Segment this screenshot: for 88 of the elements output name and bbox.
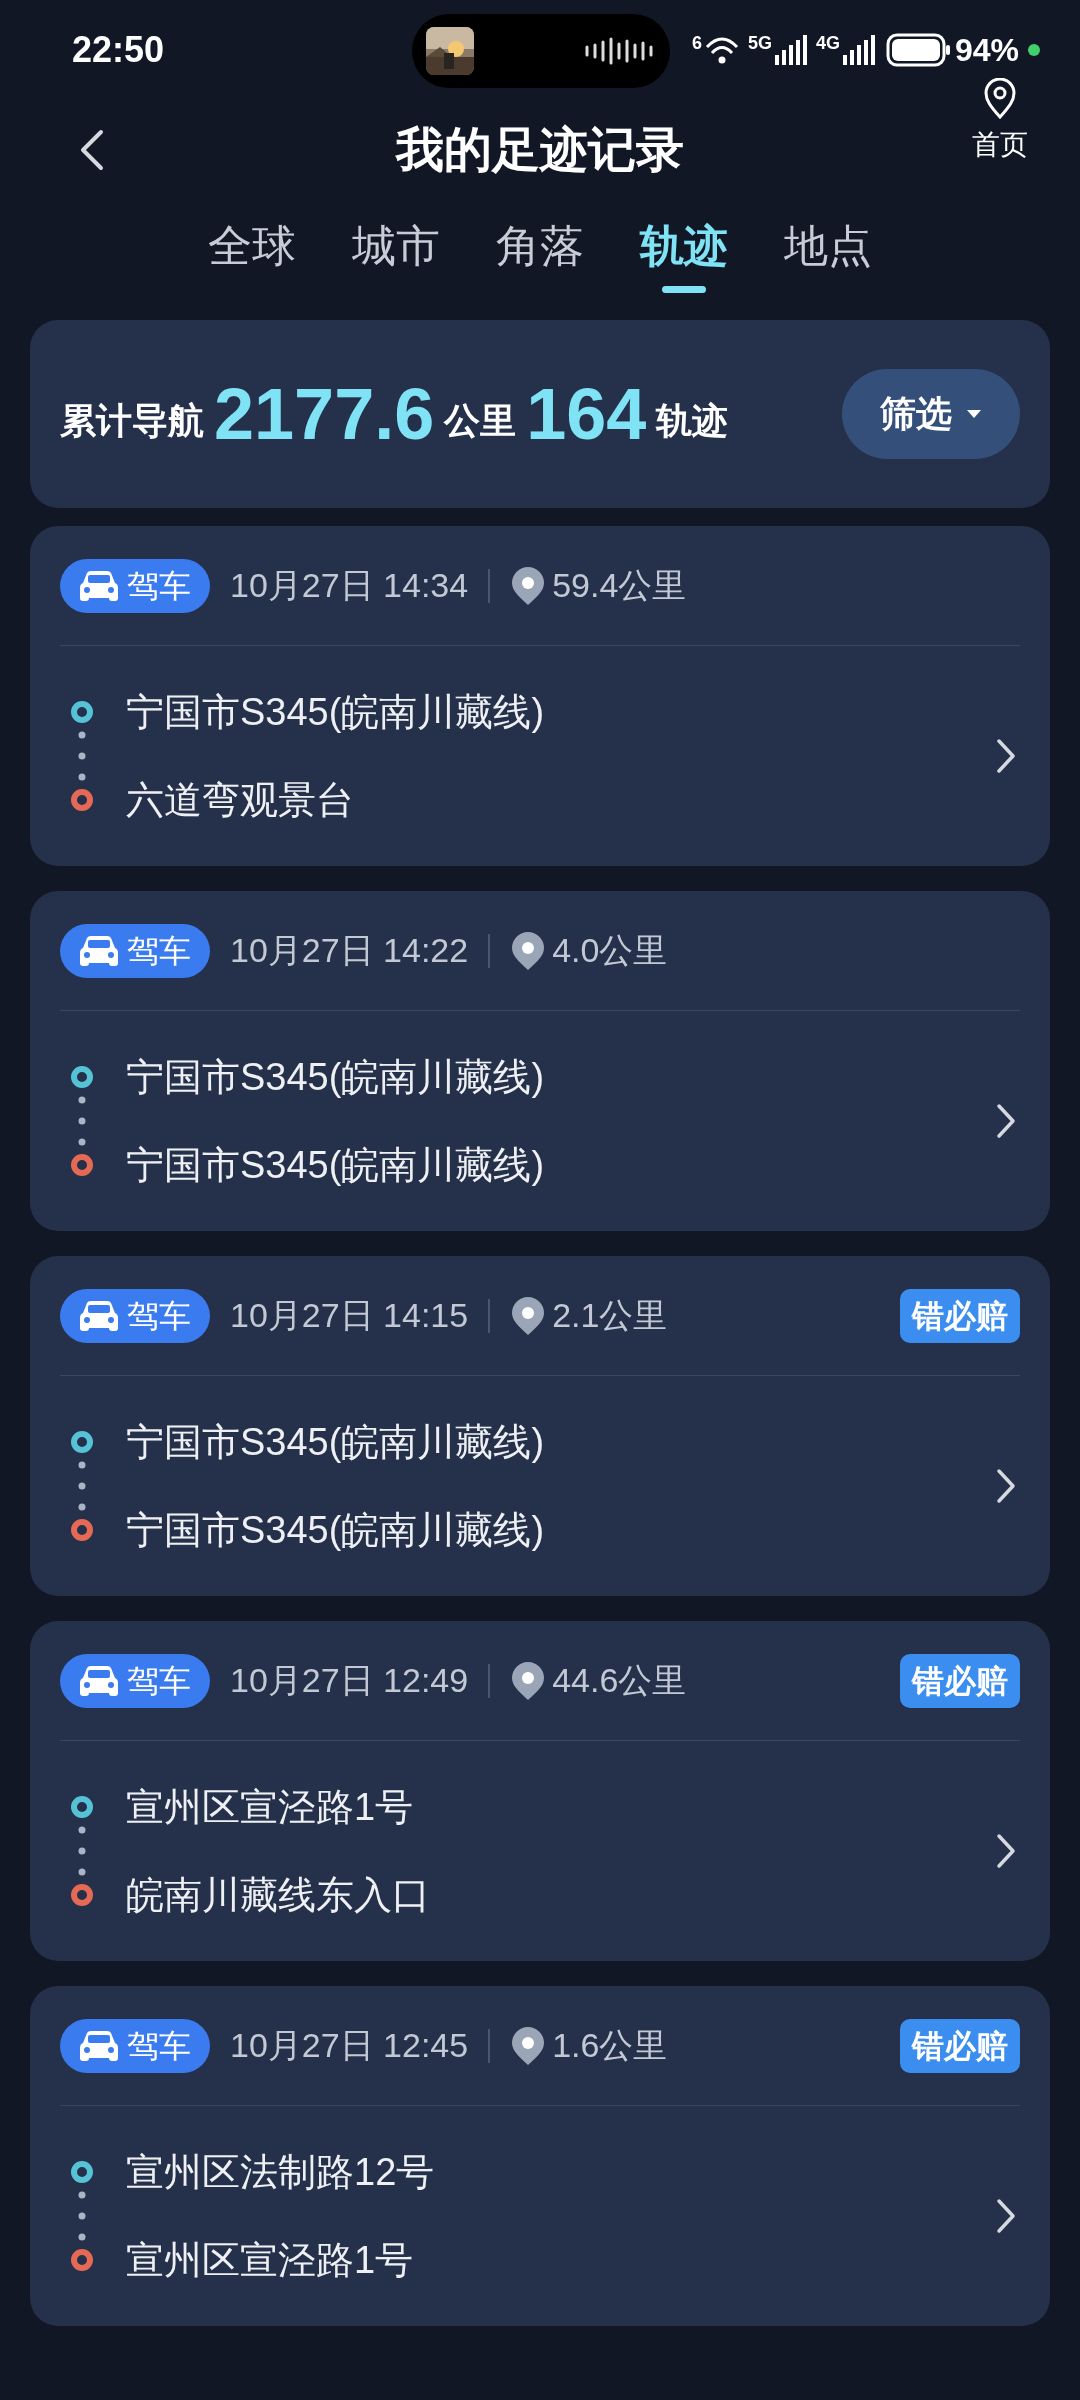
end-dot-icon [70, 1153, 94, 1177]
home-button[interactable]: 首页 [972, 78, 1028, 166]
end-location: 宁国市S345(皖南川藏线) [126, 1142, 545, 1188]
route-dots-icon [78, 1825, 86, 1877]
chevron-right-icon [996, 1468, 1016, 1504]
page-title: 我的足迹记录 [396, 122, 684, 178]
chevron-right-icon [996, 2198, 1016, 2234]
trip-card[interactable]: 驾车 10月27日 12:49 44.6公里 错必赔 宣州区宣泾路1号 皖南川藏线东入口 [30, 1621, 1050, 1961]
location-pin-icon [510, 565, 547, 606]
location-pin-icon [510, 1660, 547, 1701]
network-label: 5G [747, 32, 772, 55]
caret-down-icon [966, 409, 982, 419]
drive-tag: 驾车 [60, 2018, 210, 2073]
start-location: 宣州区宣泾路1号 [126, 1784, 414, 1830]
route-dots-icon [78, 2190, 86, 2242]
trip-card[interactable]: 驾车 10月27日 12:45 1.6公里 错必赔 宣州区法制路12号 宣州区宣泾路1号 [30, 1986, 1050, 2326]
tab[interactable]: 角落 [496, 216, 584, 300]
trip-distance: 44.6公里 [552, 1660, 687, 1701]
count-unit: 轨迹 [656, 399, 729, 443]
route-dots-icon [78, 730, 86, 782]
car-icon [79, 1664, 119, 1697]
tab[interactable]: 地点 [784, 216, 872, 300]
end-location: 六道弯观景台 [126, 777, 354, 823]
network-label: 4G [815, 32, 840, 55]
start-dot-icon [70, 1430, 94, 1454]
battery-icon [885, 33, 952, 67]
network-label: 6 [691, 32, 702, 55]
drive-tag: 驾车 [60, 1288, 210, 1343]
location-pin-icon [510, 930, 547, 971]
trip-time: 10月27日 14:15 [230, 1295, 469, 1336]
trip-card[interactable]: 驾车 10月27日 14:34 59.4公里 宁国市S345(皖南川藏线) 六道弯观景台 [30, 526, 1050, 866]
start-location: 宁国市S345(皖南川藏线) [126, 689, 545, 735]
total-distance: 2177.6 [214, 373, 435, 456]
end-location: 宁国市S345(皖南川藏线) [126, 1507, 545, 1553]
trip-distance: 1.6公里 [552, 2025, 668, 2066]
location-pin-icon [510, 1295, 547, 1336]
start-dot-icon [70, 2160, 94, 2184]
filter-button[interactable]: 筛选 [842, 369, 1020, 459]
trip-distance: 4.0公里 [552, 930, 668, 971]
car-icon [79, 1299, 119, 1332]
start-location: 宁国市S345(皖南川藏线) [126, 1054, 545, 1100]
signal-icon [842, 35, 875, 65]
trip-time: 10月27日 14:22 [230, 930, 469, 971]
sound-wave-icon [584, 36, 656, 66]
end-location: 宣州区宣泾路1号 [126, 2237, 414, 2283]
chevron-right-icon [996, 1103, 1016, 1139]
distance-unit: 公里 [444, 399, 517, 443]
wifi-icon [704, 36, 739, 64]
trip-card[interactable]: 驾车 10月27日 14:15 2.1公里 错必赔 宁国市S345(皖南川藏线) 宁国市S345(皖南川藏线) [30, 1256, 1050, 1596]
track-count: 164 [526, 373, 647, 456]
car-icon [79, 934, 119, 967]
location-pin-icon [510, 2025, 547, 2066]
drive-tag: 驾车 [60, 1653, 210, 1708]
summary-label: 累计导航 [60, 399, 204, 443]
trip-time: 10月27日 12:45 [230, 2025, 469, 2066]
start-dot-icon [70, 1065, 94, 1089]
route-dots-icon [78, 1460, 86, 1512]
end-dot-icon [70, 788, 94, 812]
trip-card[interactable]: 驾车 10月27日 14:22 4.0公里 宁国市S345(皖南川藏线) 宁国市S345(皖南川藏线) [30, 891, 1050, 1231]
chevron-right-icon [996, 1833, 1016, 1869]
location-pin-icon [982, 78, 1018, 120]
tab[interactable]: 全球 [208, 216, 296, 300]
drive-tag: 驾车 [60, 558, 210, 613]
tab[interactable]: 轨迹 [640, 216, 728, 300]
tab[interactable]: 城市 [352, 216, 440, 300]
end-location: 皖南川藏线东入口 [126, 1872, 430, 1918]
trip-time: 10月27日 12:49 [230, 1660, 469, 1701]
chevron-right-icon [996, 738, 1016, 774]
guarantee-badge: 错必赔 [900, 1288, 1020, 1343]
start-location: 宣州区法制路12号 [126, 2149, 435, 2195]
car-icon [79, 2029, 119, 2062]
car-icon [79, 569, 119, 602]
end-dot-icon [70, 1518, 94, 1542]
guarantee-badge: 错必赔 [900, 2018, 1020, 2073]
guarantee-badge: 错必赔 [900, 1653, 1020, 1708]
end-dot-icon [70, 1883, 94, 1907]
trip-distance: 59.4公里 [552, 565, 687, 606]
status-time: 22:50 [72, 28, 165, 72]
signal-icon [774, 35, 807, 65]
battery-percent: 94% [954, 31, 1019, 70]
start-location: 宁国市S345(皖南川藏线) [126, 1419, 545, 1465]
drive-tag: 驾车 [60, 923, 210, 978]
trip-time: 10月27日 14:34 [230, 565, 469, 606]
end-dot-icon [70, 2248, 94, 2272]
route-dots-icon [78, 1095, 86, 1147]
start-dot-icon [70, 1795, 94, 1819]
trip-distance: 2.1公里 [552, 1295, 668, 1336]
start-dot-icon [70, 700, 94, 724]
